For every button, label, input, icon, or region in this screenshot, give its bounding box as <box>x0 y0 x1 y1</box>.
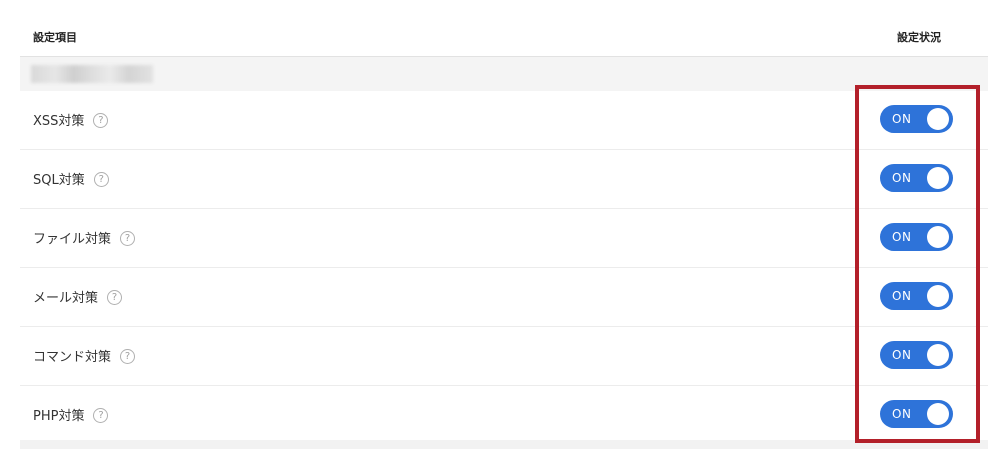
help-icon[interactable]: ? <box>120 348 136 364</box>
blurred-group-label <box>31 65 153 83</box>
toggle-state-label: ON <box>892 230 912 244</box>
setting-label-command: コマンド対策 ? <box>33 346 136 365</box>
setting-label-text: SQL対策 <box>33 173 85 188</box>
toggle-knob <box>927 403 949 425</box>
toggle-knob <box>927 226 949 248</box>
header-setting-item: 設定項目 <box>33 31 77 44</box>
toggle-file[interactable]: ON <box>880 223 953 251</box>
setting-label-php: PHP対策 ? <box>33 405 109 424</box>
toggle-state-label: ON <box>892 171 912 185</box>
table-footer-strip <box>20 440 988 449</box>
header-setting-status: 設定状況 <box>897 31 941 44</box>
toggle-state-label: ON <box>892 407 912 421</box>
setting-label-text: メール対策 <box>33 291 99 306</box>
toggle-knob <box>927 108 949 130</box>
setting-label-text: PHP対策 <box>33 409 85 424</box>
toggle-state-label: ON <box>892 112 912 126</box>
toggle-state-label: ON <box>892 289 912 303</box>
toggle-knob <box>927 344 949 366</box>
setting-label-text: ファイル対策 <box>33 232 112 247</box>
setting-row-xss: XSS対策 ? ON <box>20 91 988 150</box>
help-icon[interactable]: ? <box>93 407 109 423</box>
help-icon[interactable]: ? <box>93 171 109 187</box>
setting-label-text: XSS対策 <box>33 114 85 129</box>
table-header: 設定項目 設定状況 <box>20 0 988 57</box>
settings-table: 設定項目 設定状況 XSS対策 ? ON SQL対策 ? ON ファイル対策 ? <box>20 0 988 444</box>
setting-label-sql: SQL対策 ? <box>33 169 109 188</box>
help-icon[interactable]: ? <box>120 230 136 246</box>
help-icon[interactable]: ? <box>107 289 123 305</box>
setting-row-command: コマンド対策 ? ON <box>20 327 988 386</box>
toggle-sql[interactable]: ON <box>880 164 953 192</box>
toggle-xss[interactable]: ON <box>880 105 953 133</box>
toggle-command[interactable]: ON <box>880 341 953 369</box>
setting-label-xss: XSS対策 ? <box>33 110 109 129</box>
group-row <box>20 57 988 91</box>
setting-label-mail: メール対策 ? <box>33 287 123 306</box>
setting-label-text: コマンド対策 <box>33 350 112 365</box>
setting-row-file: ファイル対策 ? ON <box>20 209 988 268</box>
setting-row-sql: SQL対策 ? ON <box>20 150 988 209</box>
toggle-mail[interactable]: ON <box>880 282 953 310</box>
setting-row-php: PHP対策 ? ON <box>20 386 988 444</box>
toggle-knob <box>927 167 949 189</box>
help-icon[interactable]: ? <box>93 112 109 128</box>
toggle-knob <box>927 285 949 307</box>
setting-label-file: ファイル対策 ? <box>33 228 136 247</box>
setting-row-mail: メール対策 ? ON <box>20 268 988 327</box>
toggle-php[interactable]: ON <box>880 400 953 428</box>
toggle-state-label: ON <box>892 348 912 362</box>
